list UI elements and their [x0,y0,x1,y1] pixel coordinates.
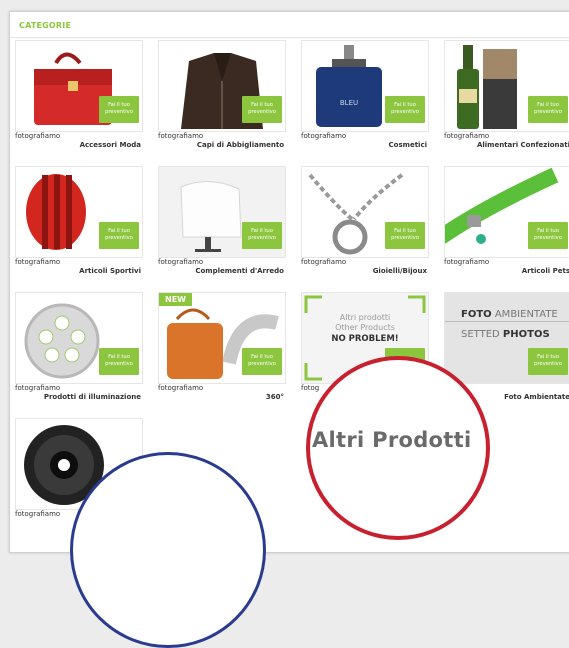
product-thumbnail[interactable]: Fai il tuo preventivo [444,40,569,132]
thumb-line-3: NO PROBLEM! [331,334,399,344]
thumb-heading: FOTO AMBIENTATE [461,309,558,320]
card-caption-category: Articoli Pets [521,267,569,275]
card-caption-top: fotografiamo [444,132,490,140]
quote-badge[interactable]: Fai il tuo preventivo [528,222,568,249]
product-thumbnail[interactable]: Fai il tuo preventivo [301,166,429,258]
product-thumbnail[interactable]: Fai il tuo preventivo [158,166,286,258]
card-caption-top: fotografiamo [301,132,347,140]
quote-badge[interactable]: Fai il tuo preventivo [99,96,139,123]
product-thumbnail[interactable]: Fai il tuo preventivo [158,40,286,132]
category-card-capi-abbigliamento[interactable]: Fai il tuo preventivo fotografiamo Capi … [158,40,286,154]
card-caption-category: Alimentari Confezionati [476,141,569,149]
card-caption-category: Complementi d'Arredo [195,267,284,275]
product-thumbnail[interactable]: BLEU Fai il tuo preventivo [301,40,429,132]
product-thumbnail[interactable]: Fai il tuo preventivo [444,166,569,258]
quote-badge[interactable]: Fai il tuo preventivo [385,96,425,123]
card-caption-top: fotografiamo [158,258,204,266]
card-caption-category: Gioielli/Bijoux [372,267,427,275]
card-caption-top: fotografiamo [301,258,347,266]
thumb-line-1: Altri prodotti [339,313,391,322]
card-caption-top: fotog [301,384,320,392]
product-thumbnail[interactable]: NEW Fai il tuo preventivo [158,292,286,384]
thumb-word-foto: FOTO [461,309,492,320]
section-title: CATEGORIE [19,21,72,30]
category-card-360[interactable]: NEW Fai il tuo preventivo fotografiamo 3… [158,292,286,406]
quote-badge[interactable]: Fai il tuo preventivo [242,348,282,375]
svg-text:BLEU: BLEU [340,99,358,107]
thumb-subheading: SETTED PHOTOS [461,329,550,340]
thumb-line-2: Other Products [335,323,395,332]
category-card-complementi-arredo[interactable]: Fai il tuo preventivo fotografiamo Compl… [158,166,286,280]
card-caption-category: Foto Ambientate [504,393,569,401]
category-card-alimentari[interactable]: Fai il tuo preventivo fotografiamo Alime… [444,40,569,154]
card-caption-top: fotografiamo [15,510,61,518]
product-thumbnail[interactable]: Fai il tuo preventivo [15,292,143,384]
thumb-divider [445,321,569,322]
card-caption-top: fotografiamo [15,258,61,266]
product-thumbnail[interactable]: FOTO AMBIENTATE SETTED PHOTOS Fai il tuo… [444,292,569,384]
thumb-word-photos: PHOTOS [502,329,550,340]
highlight-circle-blue [70,452,266,648]
category-card-articoli-sportivi[interactable]: Fai il tuo preventivo fotografiamo Artic… [15,166,143,280]
quote-badge[interactable]: Fai il tuo preventivo [528,96,568,123]
card-caption-category: Articoli Sportivi [79,267,141,275]
category-card-accessori-moda[interactable]: Fai il tuo preventivo fotografiamo Acces… [15,40,143,154]
card-caption-top: fotografiamo [158,132,204,140]
category-card-articoli-pets[interactable]: Fai il tuo preventivo fotografiamo Artic… [444,166,569,280]
thumb-word-ambientate: AMBIENTATE [494,309,558,320]
thumb-word-setted: SETTED [461,329,500,340]
card-caption-category: 360° [265,393,284,401]
quote-badge[interactable]: Fai il tuo preventivo [242,96,282,123]
product-thumbnail[interactable]: Fai il tuo preventivo [15,166,143,258]
card-caption-top: fotografiamo [15,384,61,392]
category-card-cosmetici[interactable]: BLEU Fai il tuo preventivo fotografiamo … [301,40,429,154]
category-card-gioielli[interactable]: Fai il tuo preventivo fotografiamo Gioie… [301,166,429,280]
card-caption-category: Cosmetici [388,141,427,149]
quote-badge[interactable]: Fai il tuo preventivo [242,222,282,249]
quote-badge[interactable]: Fai il tuo preventivo [385,222,425,249]
card-caption-category: Prodotti di illuminazione [43,393,141,401]
category-card-illuminazione[interactable]: Fai il tuo preventivo fotografiamo Prodo… [15,292,143,406]
product-thumbnail[interactable]: Fai il tuo preventivo [15,40,143,132]
quote-badge[interactable]: Fai il tuo preventivo [99,348,139,375]
card-caption-category: Accessori Moda [79,141,141,149]
altri-prodotti-label[interactable]: Altri Prodotti [312,428,471,452]
card-caption-top: fotografiamo [158,384,204,392]
quote-badge[interactable]: Fai il tuo preventivo [99,222,139,249]
new-tag: NEW [159,293,192,306]
card-caption-top: fotografiamo [15,132,61,140]
section-header: CATEGORIE [10,12,569,38]
card-caption-category: Capi di Abbigliamento [196,141,284,149]
card-caption-top: fotografiamo [444,258,490,266]
quote-badge[interactable]: Fai il tuo preventivo [528,348,568,375]
